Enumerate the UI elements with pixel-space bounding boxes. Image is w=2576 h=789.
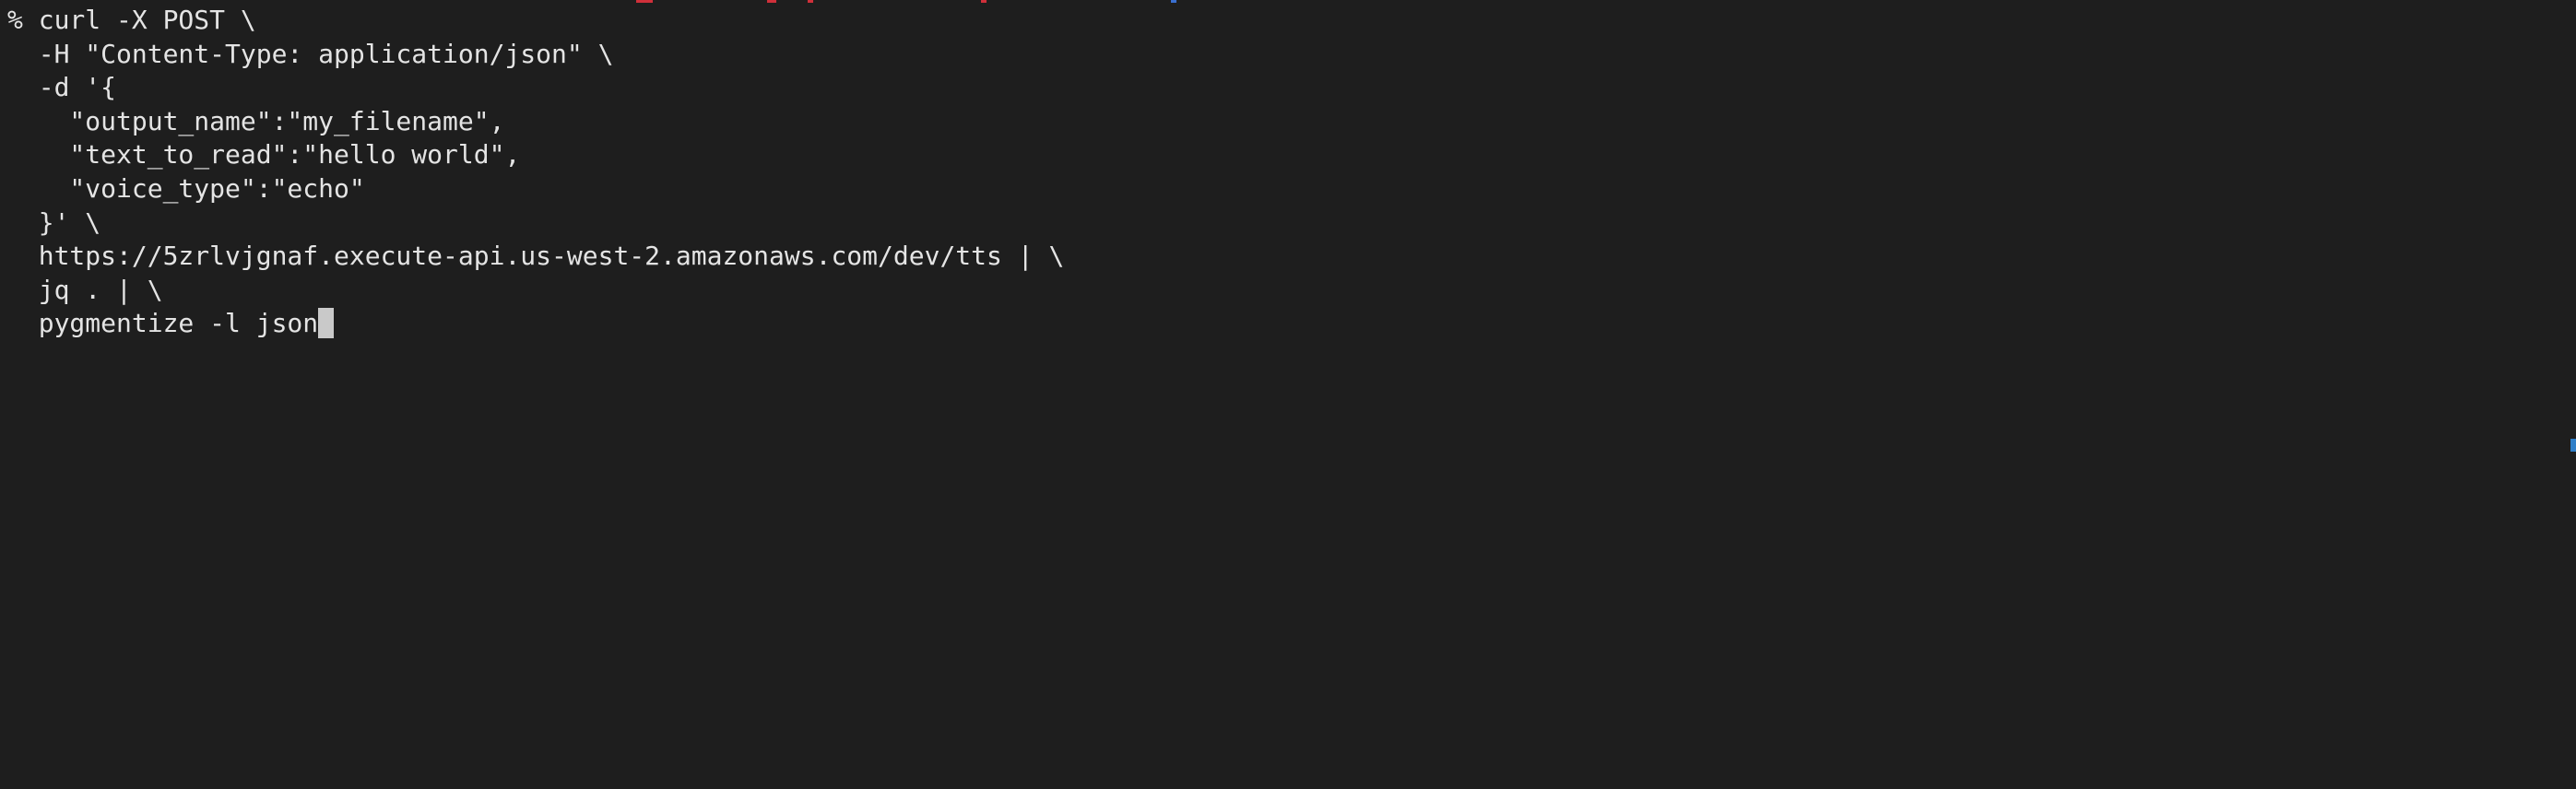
command-line: "output_name":"my_filename",: [7, 105, 505, 136]
terminal-window[interactable]: % curl -X POST \ -H "Content-Type: appli…: [0, 0, 2576, 789]
prompt-line: % curl -X POST \: [7, 5, 256, 35]
clipped-text-artifact: [636, 0, 653, 3]
scroll-position-marker[interactable]: [2570, 439, 2576, 452]
current-input-text: pygmentize -l json: [7, 308, 319, 339]
clipped-text-artifact: [767, 0, 776, 3]
command-line: jq . | \: [7, 274, 163, 305]
terminal-output: % curl -X POST \ -H "Content-Type: appli…: [7, 4, 1064, 341]
command-line: "voice_type":"echo": [7, 172, 365, 204]
command-line: -d '{: [7, 72, 117, 103]
command-line: "text_to_read":"hello world",: [7, 139, 521, 171]
clipped-text-artifact: [981, 0, 987, 3]
command-line: }' \: [7, 206, 101, 238]
current-input-line[interactable]: pygmentize -l json: [7, 307, 1064, 341]
text-cursor: [318, 308, 335, 339]
command-line: https://5zrlvjgnaf.execute-api.us-west-2…: [7, 241, 1065, 272]
command-line: -H "Content-Type: application/json" \: [7, 38, 614, 69]
clipped-text-artifact: [1171, 0, 1176, 3]
clipped-text-artifact: [808, 0, 813, 3]
